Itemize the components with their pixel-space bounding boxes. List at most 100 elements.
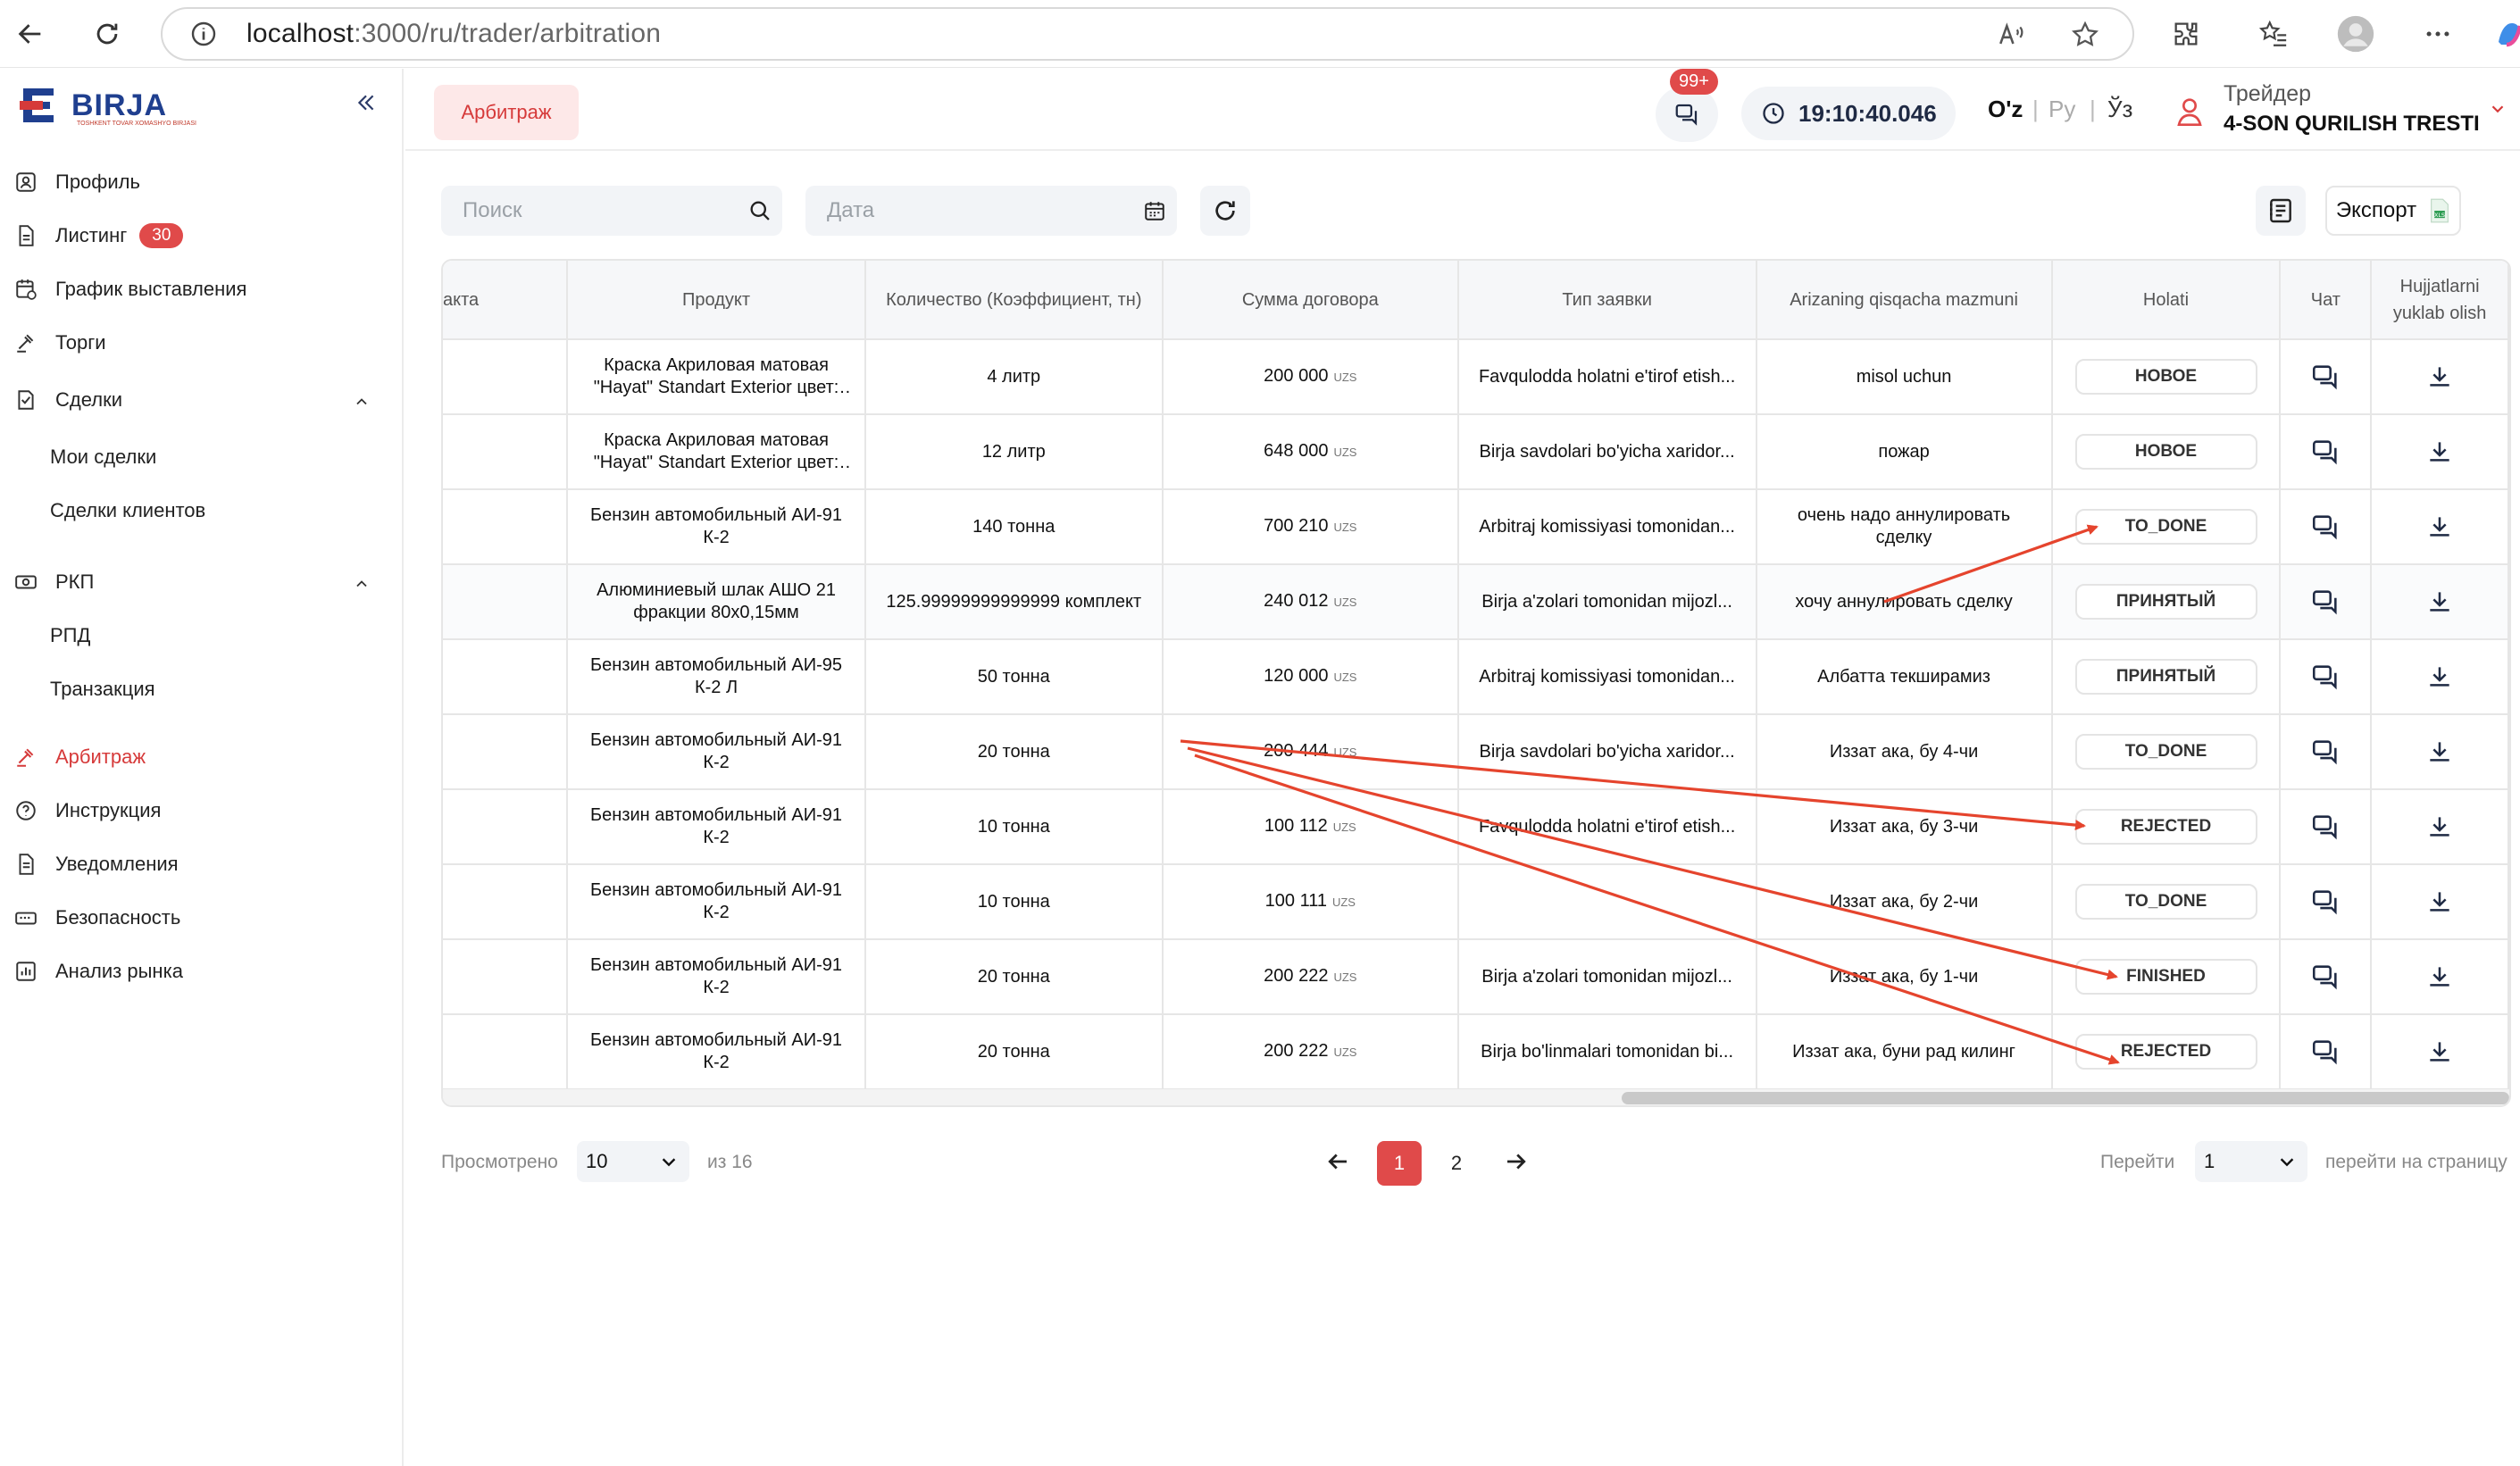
download-icon[interactable]: [2384, 1037, 2495, 1066]
next-page-arrow-icon[interactable]: [1498, 1143, 1534, 1180]
sidebar-item-label: РКП: [55, 571, 95, 593]
sidebar-subitem-rpd[interactable]: РПД: [50, 624, 90, 647]
column-header-quantity[interactable]: Количество (Коэффициент, тн): [864, 261, 1164, 340]
date-input[interactable]: Дата: [805, 186, 1177, 236]
download-cell: [2371, 639, 2509, 715]
quantity-cell: 10 тонна: [864, 864, 1164, 940]
table-row[interactable]: Бензин автомобильный АИ-91 К-2 10 тонна 10…: [443, 789, 2509, 865]
download-icon[interactable]: [2384, 362, 2495, 391]
sidebar-item-deals[interactable]: Сделки: [13, 387, 122, 413]
sidebar-item-listing[interactable]: Листинг 30: [13, 222, 184, 249]
lang-ru[interactable]: Ру: [2049, 96, 2075, 123]
column-header-summary[interactable]: Arizaning qisqacha mazmuni: [1756, 261, 2053, 340]
user-name[interactable]: 4-SON QURILISH TRESTI: [2224, 112, 2480, 137]
prev-page-arrow-icon[interactable]: [1320, 1143, 1356, 1180]
calendar-icon[interactable]: [1132, 199, 1177, 222]
profile-avatar-icon[interactable]: [2334, 12, 2377, 55]
table-row[interactable]: Бензин автомобильный АИ-95 К-2 Л 50 тонна…: [443, 639, 2509, 715]
sidebar-item-instruction[interactable]: Инструкция: [13, 797, 161, 824]
page-2-button[interactable]: 2: [1434, 1141, 1479, 1186]
favorites-list-icon[interactable]: [2252, 12, 2295, 55]
column-header-product[interactable]: Продукт: [567, 261, 866, 340]
sidebar-subitem-transaction[interactable]: Транзакция: [50, 678, 155, 701]
goto-page-select[interactable]: 1: [2195, 1141, 2307, 1182]
site-info-icon[interactable]: [186, 16, 221, 52]
download-icon[interactable]: [2384, 587, 2495, 616]
address-bar[interactable]: localhost:3000/ru/trader/arbitration: [161, 7, 2134, 61]
chat-icon[interactable]: [2293, 737, 2357, 767]
column-settings-button[interactable]: [2256, 186, 2306, 236]
table-row[interactable]: Краска Акриловая матовая "Hayat" Standar…: [443, 339, 2509, 415]
user-icon[interactable]: [2172, 92, 2207, 131]
user-menu-chevron-icon[interactable]: [2484, 96, 2511, 122]
rkp-collapse-chevron-icon[interactable]: [350, 572, 373, 596]
url-host: localhost: [246, 19, 355, 48]
chat-icon[interactable]: [2293, 587, 2357, 617]
sidebar-item-market-analysis[interactable]: Анализ рынка: [13, 958, 183, 985]
page-1-button[interactable]: 1: [1377, 1141, 1422, 1186]
back-icon[interactable]: [9, 12, 52, 55]
scrollbar-thumb[interactable]: [1622, 1092, 2509, 1104]
copilot-icon[interactable]: [2488, 12, 2520, 55]
table-row[interactable]: Бензин автомобильный АИ-91 К-2 20 тонна 20…: [443, 714, 2509, 790]
download-icon[interactable]: [2384, 662, 2495, 691]
chat-icon[interactable]: [2293, 887, 2357, 917]
read-aloud-icon[interactable]: [1997, 20, 2027, 54]
quantity-cell: 50 тонна: [864, 639, 1164, 715]
act-cell: [443, 1014, 569, 1090]
summary-value: очень надо аннулировать сделку: [1797, 505, 2011, 547]
sidebar-item-profile[interactable]: Профиль: [13, 169, 140, 196]
chat-icon[interactable]: [2293, 662, 2357, 692]
refresh-button[interactable]: [1200, 186, 1250, 236]
column-header-status[interactable]: Holati: [2051, 261, 2282, 340]
more-menu-icon[interactable]: [2416, 12, 2459, 55]
page-size-select[interactable]: 10: [577, 1141, 689, 1182]
search-input[interactable]: Поиск: [441, 186, 782, 236]
request-type-value: Birja savdolari bo'yicha xaridor...: [1479, 441, 1735, 462]
reload-icon[interactable]: [86, 12, 129, 55]
export-label: Экспорт: [2335, 198, 2417, 222]
collapse-sidebar-icon[interactable]: [350, 87, 382, 119]
column-header-act[interactable]: акта: [443, 261, 569, 340]
sidebar-item-schedule[interactable]: График выставления: [13, 276, 246, 303]
chat-icon[interactable]: [2293, 362, 2357, 392]
extensions-icon[interactable]: [2165, 12, 2207, 55]
chat-icon[interactable]: [2293, 812, 2357, 842]
sidebar-item-arbitration[interactable]: Арбитраж: [13, 744, 146, 770]
download-icon[interactable]: [2384, 887, 2495, 916]
download-icon[interactable]: [2384, 812, 2495, 841]
sidebar-item-rkp[interactable]: РКП: [13, 569, 94, 596]
request-type-cell: Arbitraj komissiyasi tomonidan...: [1457, 639, 1757, 715]
table-row[interactable]: Бензин автомобильный АИ-91 К-2 140 тонна 7…: [443, 489, 2509, 565]
download-icon[interactable]: [2384, 512, 2495, 541]
chat-icon[interactable]: [2293, 512, 2357, 542]
export-button[interactable]: Экспорт XLS: [2325, 186, 2461, 236]
download-icon[interactable]: [2384, 962, 2495, 991]
table-row[interactable]: Бензин автомобильный АИ-91 К-2 20 тонна 20…: [443, 1014, 2509, 1090]
messages-button[interactable]: [1656, 87, 1718, 142]
chat-icon[interactable]: [2293, 1037, 2357, 1067]
top-header: Арбитраж 99+ 19:10:40.046 O'z | Ру | Ўз …: [405, 69, 2520, 151]
table-row[interactable]: Бензин автомобильный АИ-91 К-2 20 тонна 20…: [443, 939, 2509, 1015]
clock-icon: [1763, 103, 1784, 124]
status-badge: TO_DONE: [2074, 734, 2257, 770]
search-icon[interactable]: [738, 198, 782, 223]
table-row[interactable]: Бензин автомобильный АИ-91 К-2 10 тонна 10…: [443, 864, 2509, 940]
table-row[interactable]: Алюминиевый шлак АШО 21 фракции 80х0,15м…: [443, 564, 2509, 640]
chat-icon[interactable]: [2293, 437, 2357, 467]
favorite-star-icon[interactable]: [2070, 20, 2100, 54]
lang-uz-latin[interactable]: O'z: [1988, 96, 2023, 123]
column-header-request-type[interactable]: Тип заявки: [1457, 261, 1757, 340]
sidebar-subitem-client-deals[interactable]: Сделки клиентов: [50, 499, 205, 522]
download-icon[interactable]: [2384, 737, 2495, 766]
sidebar-subitem-my-deals[interactable]: Мои сделки: [50, 446, 156, 469]
deals-collapse-chevron-icon[interactable]: [350, 390, 373, 413]
table-row[interactable]: Краска Акриловая матовая "Hayat" Standar…: [443, 414, 2509, 490]
download-icon[interactable]: [2384, 437, 2495, 466]
sidebar-item-notifications[interactable]: Уведомления: [13, 851, 179, 878]
chat-icon[interactable]: [2293, 962, 2357, 992]
sidebar-item-security[interactable]: Безопасность: [13, 904, 180, 931]
lang-uz-cyrillic[interactable]: Ўз: [2107, 96, 2132, 123]
column-header-sum[interactable]: Сумма договора: [1162, 261, 1459, 340]
sidebar-item-trades[interactable]: Торги: [13, 329, 106, 356]
